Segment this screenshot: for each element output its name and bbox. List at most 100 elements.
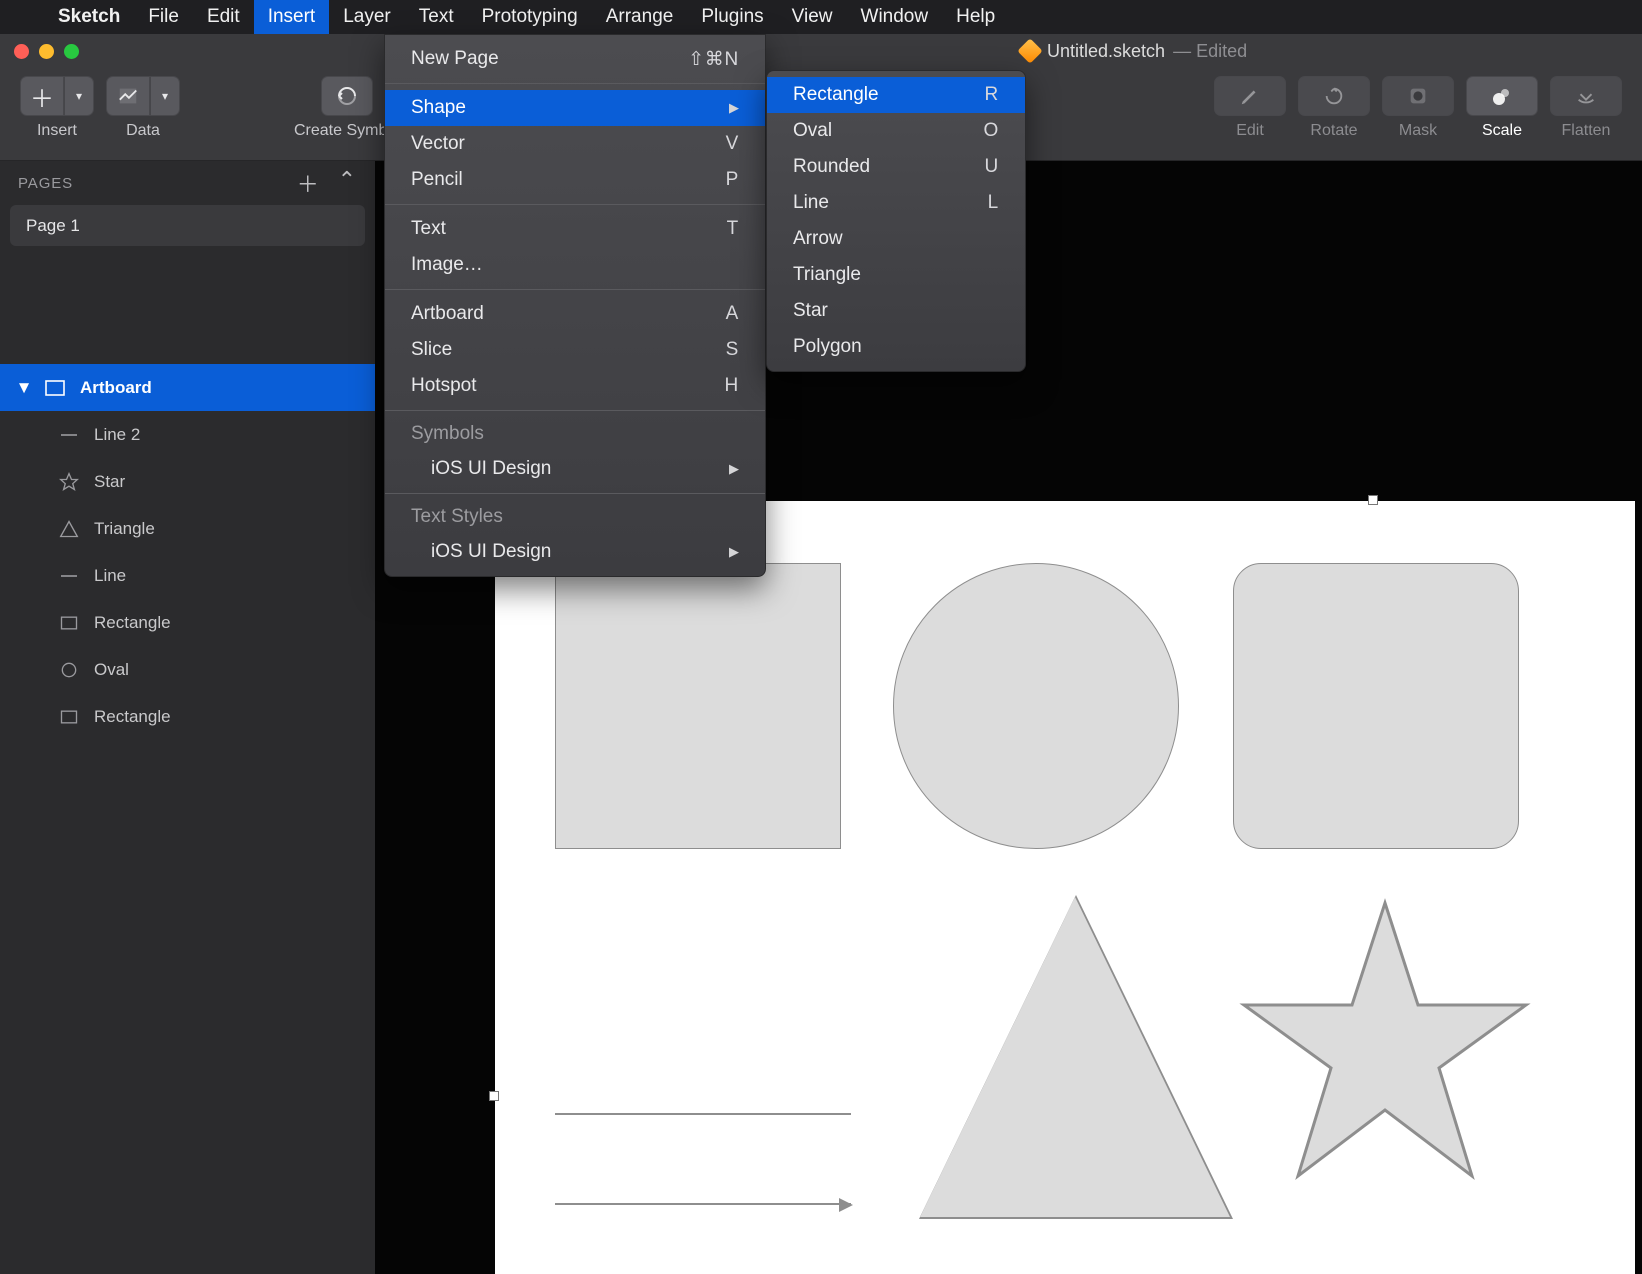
pages-header: PAGES ＋ ⌃: [0, 161, 375, 205]
menu-hotspot[interactable]: HotspotH: [385, 368, 765, 404]
menu-artboard[interactable]: Artboard A: [385, 296, 765, 332]
menu-insert[interactable]: Insert: [254, 0, 330, 34]
submenu-arrow-icon: ▶: [729, 461, 739, 477]
data-button-dropdown[interactable]: ▾: [150, 76, 180, 116]
layer-line2[interactable]: Line 2: [0, 411, 375, 458]
menu-label: Vector: [411, 133, 465, 155]
create-symbol-button[interactable]: [321, 76, 373, 116]
window-max-dot[interactable]: [64, 44, 79, 59]
shape-star[interactable]: [1235, 891, 1535, 1191]
menu-pencil[interactable]: PencilP: [385, 162, 765, 198]
menu-app[interactable]: Sketch: [44, 0, 134, 34]
edit-tool-button[interactable]: [1214, 76, 1286, 116]
menu-label: Artboard: [411, 303, 484, 325]
line-icon: [58, 424, 80, 446]
layer-label: Rectangle: [94, 707, 171, 727]
menu-separator: [385, 204, 765, 205]
selection-handle[interactable]: [1368, 495, 1378, 505]
shape-triangle[interactable]: [920, 897, 1230, 1217]
menu-label: iOS UI Design: [431, 541, 551, 563]
flatten-tool-button[interactable]: [1550, 76, 1622, 116]
oval-icon: [58, 659, 80, 681]
menu-new-page[interactable]: New Page⇧⌘N: [385, 41, 765, 77]
menu-label: Text: [411, 218, 446, 240]
layer-star[interactable]: Star: [0, 458, 375, 505]
layers-panel: ▼ Artboard Line 2 Star Triangle Line Rec…: [0, 364, 375, 740]
menu-window[interactable]: Window: [847, 0, 943, 34]
page-row[interactable]: Page 1: [10, 205, 365, 246]
window-close-dot[interactable]: [14, 44, 29, 59]
menu-shape-line[interactable]: LineL: [767, 185, 1025, 221]
menu-shape-rectangle[interactable]: RectangleR: [767, 77, 1025, 113]
insert-button[interactable]: ＋: [20, 76, 64, 116]
artboard-icon: [44, 377, 66, 399]
menu-view[interactable]: View: [778, 0, 847, 34]
menu-shortcut: P: [726, 169, 739, 191]
menu-shape-rounded[interactable]: RoundedU: [767, 149, 1025, 185]
menu-shape-polygon[interactable]: Polygon: [767, 329, 1025, 365]
artboard-label: Artboard: [80, 378, 152, 398]
menu-label: Hotspot: [411, 375, 476, 397]
window-min-dot[interactable]: [39, 44, 54, 59]
doc-name: Untitled.sketch: [1047, 41, 1165, 62]
layer-triangle[interactable]: Triangle: [0, 505, 375, 552]
menu-image[interactable]: Image…: [385, 247, 765, 283]
scale-tool-button[interactable]: [1466, 76, 1538, 116]
mac-menubar: Sketch File Edit Insert Layer Text Proto…: [0, 0, 1642, 34]
menu-layer[interactable]: Layer: [329, 0, 405, 34]
layer-line[interactable]: Line: [0, 552, 375, 599]
insert-label: Insert: [37, 122, 77, 140]
menu-shape-triangle[interactable]: Triangle: [767, 257, 1025, 293]
layer-label: Line 2: [94, 425, 140, 445]
menu-help[interactable]: Help: [942, 0, 1009, 34]
rotate-tool-button[interactable]: [1298, 76, 1370, 116]
artboard-canvas[interactable]: [495, 501, 1635, 1274]
menu-shortcut: A: [726, 303, 739, 325]
menu-shortcut: L: [988, 192, 999, 214]
disclosure-triangle-icon[interactable]: ▼: [18, 378, 30, 398]
menu-shape-star[interactable]: Star: [767, 293, 1025, 329]
layer-rectangle-2[interactable]: Rectangle: [0, 693, 375, 740]
shape-rectangle[interactable]: [555, 563, 841, 849]
menu-label: Slice: [411, 339, 452, 361]
menu-label: Image…: [411, 254, 483, 276]
menu-text-item[interactable]: Text T: [385, 211, 765, 247]
shape-oval[interactable]: [893, 563, 1179, 849]
menu-prototyping[interactable]: Prototyping: [468, 0, 592, 34]
menu-shortcut: R: [985, 84, 999, 106]
layer-artboard[interactable]: ▼ Artboard: [0, 364, 375, 411]
menu-shape-oval[interactable]: OvalO: [767, 113, 1025, 149]
shape-arrow[interactable]: [555, 1203, 851, 1205]
layer-label: Star: [94, 472, 125, 492]
menu-edit[interactable]: Edit: [193, 0, 254, 34]
shape-line[interactable]: [555, 1113, 851, 1115]
menu-separator: [385, 289, 765, 290]
menu-slice[interactable]: SliceS: [385, 332, 765, 368]
menu-file[interactable]: File: [134, 0, 193, 34]
menu-arrange[interactable]: Arrange: [592, 0, 688, 34]
layer-label: Oval: [94, 660, 129, 680]
menu-plugins[interactable]: Plugins: [687, 0, 777, 34]
menu-shortcut: T: [727, 218, 739, 240]
layer-oval[interactable]: Oval: [0, 646, 375, 693]
insert-dropdown: New Page⇧⌘N Shape▶ VectorV PencilP TextT…: [384, 34, 766, 577]
menu-label: Polygon: [793, 336, 862, 358]
menu-symbols-ios[interactable]: iOS UI Design▶: [385, 451, 765, 487]
menu-vector[interactable]: VectorV: [385, 126, 765, 162]
layer-rectangle[interactable]: Rectangle: [0, 599, 375, 646]
menu-text[interactable]: Text: [405, 0, 468, 34]
menu-label: Rounded: [793, 156, 870, 178]
menu-shape-arrow[interactable]: Arrow: [767, 221, 1025, 257]
selection-handle[interactable]: [489, 1091, 499, 1101]
menu-textstyles-ios[interactable]: iOS UI Design▶: [385, 534, 765, 570]
shape-rounded[interactable]: [1233, 563, 1519, 849]
pages-label: PAGES: [18, 175, 73, 192]
insert-button-dropdown[interactable]: ▾: [64, 76, 94, 116]
data-button[interactable]: [106, 76, 150, 116]
menu-shortcut: O: [983, 120, 999, 142]
add-page-icon[interactable]: ＋: [297, 167, 320, 199]
menu-shape[interactable]: Shape▶: [385, 90, 765, 126]
collapse-pages-icon[interactable]: ⌃: [338, 167, 357, 199]
menu-shortcut: ⇧⌘N: [688, 48, 739, 71]
mask-tool-button[interactable]: [1382, 76, 1454, 116]
